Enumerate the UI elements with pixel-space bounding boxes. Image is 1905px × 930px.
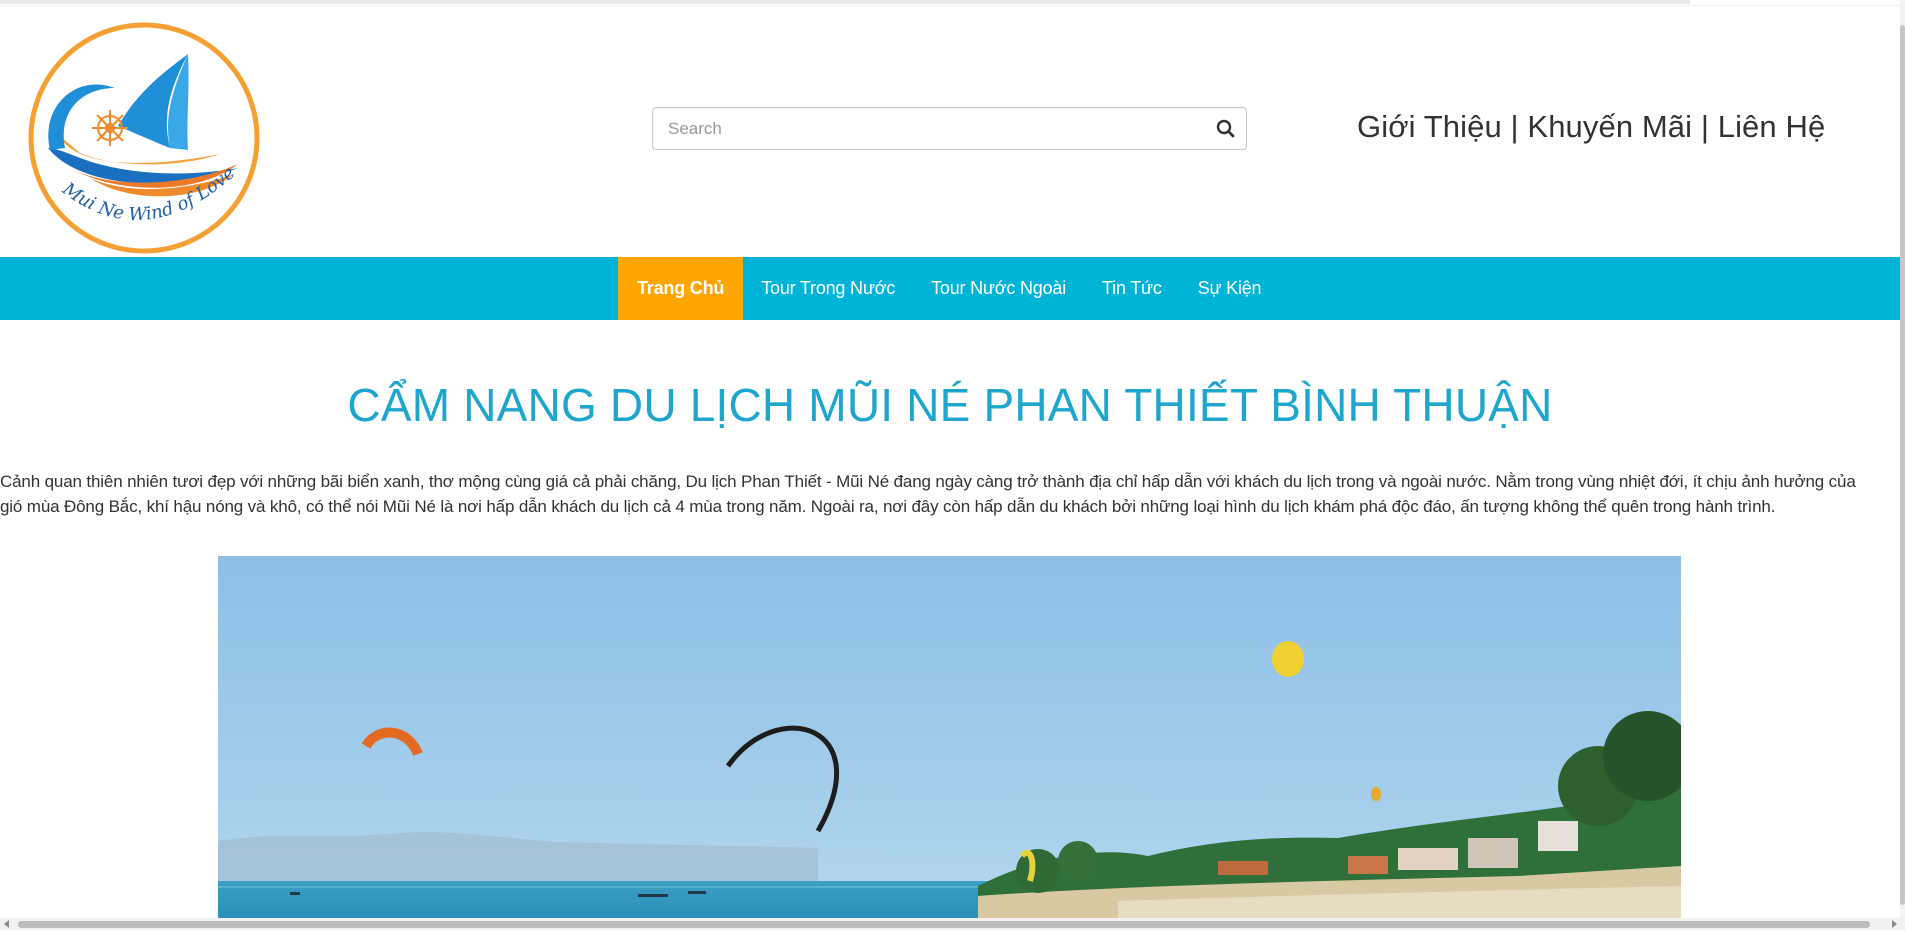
search-input[interactable] — [653, 108, 1193, 149]
nav-item-su-kien[interactable]: Sự Kiện — [1180, 257, 1280, 320]
search-icon — [1216, 119, 1235, 138]
nav-item-trang-chu[interactable]: Trang Chủ — [618, 257, 744, 320]
vertical-scrollbar-thumb[interactable] — [1900, 25, 1905, 905]
link-gioi-thieu[interactable]: Giới Thiệu — [1357, 109, 1502, 144]
top-link-separator: | — [1510, 109, 1519, 144]
kitesurf-beach-photo — [218, 556, 1681, 918]
nav-item-tin-tuc[interactable]: Tin Tức — [1084, 257, 1180, 320]
search-box — [652, 107, 1247, 150]
beach-scene-image — [218, 556, 1681, 918]
site-logo[interactable]: Mui Ne Wind of Love — [20, 18, 270, 258]
main-nav: Trang Chủ Tour Trong Nước Tour Nước Ngoà… — [0, 257, 1900, 320]
nav-item-tour-nuoc-ngoai[interactable]: Tour Nước Ngoài — [913, 257, 1084, 320]
intro-paragraph: Cảnh quan thiên nhiên tươi đẹp với những… — [0, 472, 1856, 516]
page-title: CẨM NANG DU LỊCH MŨI NÉ PHAN THIẾT BÌNH … — [347, 379, 1553, 431]
link-khuyen-mai[interactable]: Khuyến Mãi — [1527, 109, 1692, 144]
search-button[interactable] — [1214, 117, 1238, 141]
scroll-left-arrow-icon[interactable] — [4, 920, 9, 928]
link-lien-he[interactable]: Liên Hệ — [1718, 109, 1826, 144]
top-link-separator: | — [1700, 109, 1710, 144]
site-header: Mui Ne Wind of Love Giới Thiệu | Khuyến … — [0, 6, 1900, 258]
scroll-right-arrow-icon[interactable] — [1892, 920, 1897, 928]
page: Mui Ne Wind of Love Giới Thiệu | Khuyến … — [0, 0, 1900, 918]
horizontal-scrollbar-thumb[interactable] — [18, 921, 1870, 928]
nav-item-tour-trong-nuoc[interactable]: Tour Trong Nước — [743, 257, 913, 320]
nav-list: Trang Chủ Tour Trong Nước Tour Nước Ngoà… — [618, 257, 1279, 320]
top-links: Giới Thiệu | Khuyến Mãi | Liên Hệ — [1357, 109, 1825, 145]
sailboat-logo-icon: Mui Ne Wind of Love — [20, 18, 270, 258]
